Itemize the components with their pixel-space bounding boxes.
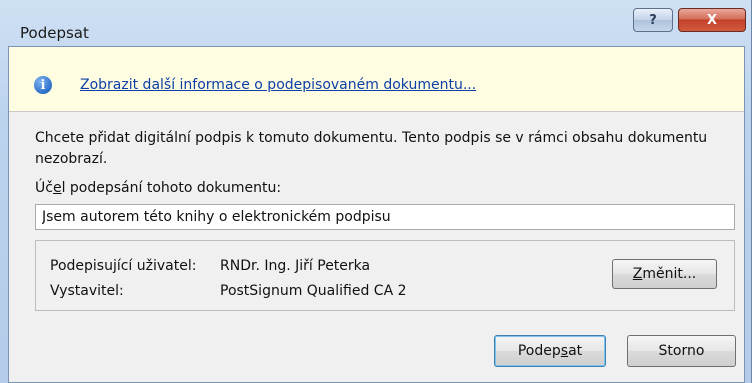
change-button-accel: Z (632, 266, 643, 282)
cancel-button-label: Storno (658, 343, 705, 359)
info-bar: i Zobrazit další informace o podepisovan… (9, 47, 744, 112)
description-text: Chcete přidat digitální podpis k tomuto … (35, 130, 708, 167)
purpose-label-pre: Úč (35, 180, 53, 196)
help-button[interactable]: ? (633, 8, 673, 32)
signer-value: RNDr. Ing. Jiří Peterka (220, 258, 371, 274)
signer-info-group: Podepisující uživatel: RNDr. Ing. Jiří P… (35, 240, 735, 311)
sign-button-pre: Podep (517, 343, 561, 359)
info-icon-glyph: i (40, 77, 46, 93)
help-icon: ? (649, 12, 657, 28)
window-title: Podepsat (20, 24, 89, 42)
sign-dialog-window: Podepsat ? X i Zobrazit další informace … (0, 0, 752, 383)
dialog-body: i Zobrazit další informace o podepisovan… (8, 46, 745, 383)
purpose-label-accel: e (52, 180, 62, 196)
purpose-label-post: l podepsání tohoto dokumentu: (61, 180, 282, 196)
change-button-label: měnit... (642, 266, 697, 282)
sign-button-post: at (568, 343, 583, 359)
more-info-link[interactable]: Zobrazit další informace o podepisovaném… (80, 77, 476, 93)
signer-label: Podepisující uživatel: (50, 258, 197, 274)
sign-button[interactable]: Podep s at (494, 335, 606, 367)
change-button[interactable]: Změnit... (612, 259, 717, 289)
close-button[interactable]: X (678, 8, 746, 32)
cancel-button[interactable]: Storno (627, 335, 736, 367)
sign-button-accel: s (560, 343, 569, 359)
purpose-label: Účel podepsání tohoto dokumentu: (35, 180, 281, 196)
info-icon: i (34, 76, 52, 94)
close-icon: X (706, 12, 718, 28)
issuer-label: Vystavitel: (50, 283, 124, 299)
issuer-value: PostSignum Qualified CA 2 (220, 283, 407, 299)
purpose-input[interactable] (35, 204, 735, 230)
